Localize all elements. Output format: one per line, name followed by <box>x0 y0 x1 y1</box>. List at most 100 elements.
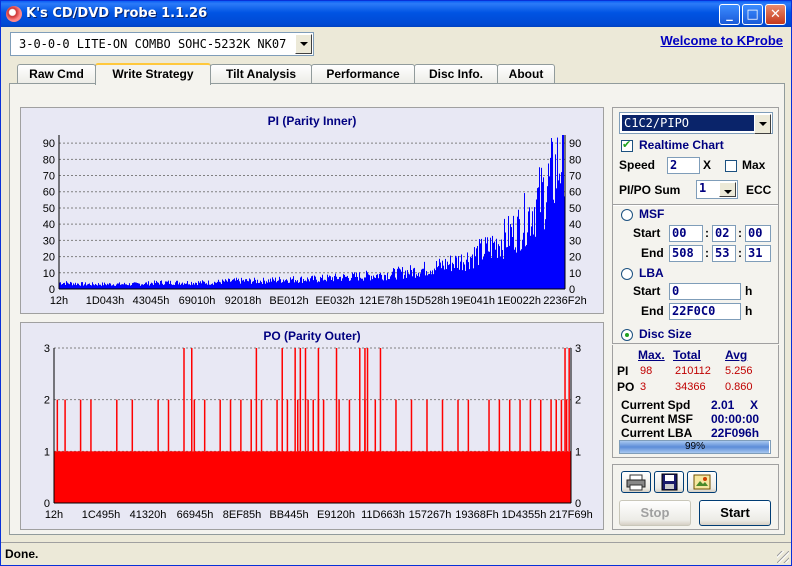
po-y-tick-left: 1 <box>44 446 50 458</box>
pi-bar <box>145 282 146 289</box>
msf-end-label: End <box>641 246 664 260</box>
chevron-down-icon[interactable] <box>754 114 771 134</box>
pi-bar <box>111 285 112 289</box>
pi-bar <box>534 207 535 289</box>
pi-bar <box>522 239 523 289</box>
tab-raw-cmd[interactable]: Raw Cmd <box>17 64 96 84</box>
drive-select-value: 3-0-0-0 LITE-ON COMBO SOHC-5232K NK07 <box>19 37 287 51</box>
pi-x-tick: 2236F2h <box>543 295 586 307</box>
msf-start-frame[interactable]: 00 <box>745 225 771 242</box>
lba-end-label: End <box>641 304 664 318</box>
welcome-link[interactable]: Welcome to KProbe <box>660 33 783 48</box>
pi-bar <box>387 273 388 289</box>
stop-button[interactable]: Stop <box>619 500 691 526</box>
po-spike-2 <box>529 399 532 452</box>
minimize-button[interactable]: _ <box>719 4 740 25</box>
pi-bar <box>229 278 230 289</box>
msf-end-sec[interactable]: 53 <box>712 245 736 262</box>
pi-bar <box>530 235 531 289</box>
pi-bar <box>480 243 481 289</box>
pi-bar <box>519 219 520 289</box>
po-y-tick-right: 3 <box>575 343 581 355</box>
pi-bar <box>369 275 370 289</box>
realtime-chart-checkbox[interactable] <box>621 138 633 152</box>
title-bar[interactable]: K's CD/DVD Probe 1.1.26 _ □ ✕ <box>1 1 791 27</box>
drive-select[interactable]: 3-0-0-0 LITE-ON COMBO SOHC-5232K NK07 <box>10 32 314 56</box>
pi-bar <box>71 282 72 289</box>
pi-bar <box>306 281 307 289</box>
pi-bar <box>62 283 63 289</box>
start-button[interactable]: Start <box>699 500 771 526</box>
msf-sep: : <box>705 246 709 260</box>
pi-bar <box>122 284 123 289</box>
pi-y-tick-right: 40 <box>569 219 581 231</box>
pi-bar <box>124 282 125 289</box>
speed-input[interactable]: 2 <box>667 157 700 174</box>
msf-end-min[interactable]: 508 <box>669 245 703 262</box>
maximize-button[interactable]: □ <box>742 4 763 25</box>
pi-bar <box>188 284 189 289</box>
tab-disc-info[interactable]: Disc Info. <box>414 64 498 84</box>
pi-bar <box>141 284 142 289</box>
chevron-down-icon[interactable] <box>295 34 312 54</box>
pi-bar <box>284 281 285 289</box>
disc-size-radio[interactable] <box>621 329 633 341</box>
pi-bar <box>133 282 134 289</box>
pipo-sum-select[interactable]: 1 <box>696 180 738 199</box>
save-button[interactable] <box>654 471 684 493</box>
lba-radio[interactable] <box>621 268 633 280</box>
pi-bar <box>99 284 100 289</box>
actions-panel: Stop Start <box>612 464 779 530</box>
pi-bar <box>298 282 299 289</box>
msf-start-min[interactable]: 00 <box>669 225 703 242</box>
print-button[interactable] <box>621 471 651 493</box>
pi-bar <box>397 268 398 289</box>
stats-header-total: Total <box>673 348 701 362</box>
pi-bar <box>535 236 536 289</box>
pi-bar <box>126 284 127 289</box>
pi-bar <box>509 245 510 289</box>
tab-about[interactable]: About <box>497 64 555 84</box>
msf-radio[interactable] <box>621 209 633 221</box>
mode-select[interactable]: C1C2/PIPO <box>619 112 773 134</box>
pi-bar <box>520 250 521 289</box>
pi-bar <box>136 282 137 289</box>
pi-bar <box>251 283 252 289</box>
po-total: 34366 <box>675 381 706 393</box>
pi-y-tick-left: 30 <box>43 235 55 247</box>
pi-bar <box>399 268 400 289</box>
screenshot-button[interactable] <box>687 471 717 493</box>
pi-bar <box>257 279 258 289</box>
chevron-down-icon[interactable] <box>719 182 736 197</box>
pi-bar <box>143 284 144 289</box>
resize-grip[interactable] <box>777 551 789 563</box>
tab-tilt-analysis[interactable]: Tilt Analysis <box>210 64 312 84</box>
close-button[interactable]: ✕ <box>765 4 786 25</box>
pi-bar <box>129 283 130 289</box>
pi-bar <box>357 276 358 289</box>
pi-y-tick-right: 30 <box>569 235 581 247</box>
pi-bar <box>199 282 200 289</box>
pi-bar <box>130 285 131 289</box>
lba-end-input[interactable]: 22F0C0 <box>669 303 741 320</box>
msf-end-frame[interactable]: 31 <box>745 245 771 262</box>
max-checkbox[interactable] <box>725 160 737 172</box>
pi-bar <box>528 211 529 289</box>
pi-bar <box>307 277 308 289</box>
tab-write-strategy[interactable]: Write Strategy <box>95 63 211 85</box>
po-spike-2 <box>374 399 377 452</box>
pi-bar <box>169 283 170 289</box>
po-spike-2 <box>457 399 459 452</box>
pi-bar <box>277 281 278 289</box>
pi-x-tick: 12h <box>50 295 68 307</box>
tab-performance[interactable]: Performance <box>311 64 415 84</box>
lba-start-input[interactable]: 0 <box>669 283 741 300</box>
pi-bar <box>195 282 196 289</box>
pi-y-tick-left: 60 <box>43 187 55 199</box>
pi-bar <box>193 283 194 289</box>
msf-start-sec[interactable]: 02 <box>712 225 736 242</box>
current-lba-value: 22F096h <box>711 426 760 440</box>
pi-bar <box>428 274 429 289</box>
pi-bar <box>417 275 418 289</box>
pi-bar <box>394 268 395 289</box>
